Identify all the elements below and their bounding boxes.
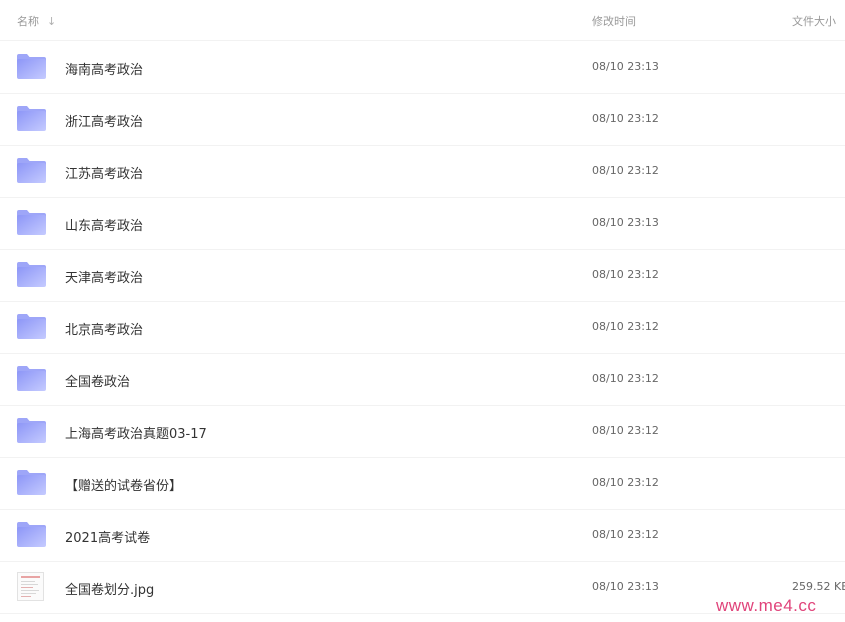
sort-by-name-button[interactable]: 名称 ↓ — [17, 13, 56, 29]
folder-icon — [17, 106, 46, 131]
file-name[interactable]: 山东高考政治 — [65, 215, 143, 234]
file-row[interactable]: 天津高考政治 08/10 23:12 — [0, 249, 845, 302]
file-list-header: 名称 ↓ 修改时间 文件大小 — [0, 0, 845, 41]
file-row[interactable]: 北京高考政治 08/10 23:12 — [0, 301, 845, 354]
sort-descending-icon: ↓ — [47, 14, 57, 28]
folder-icon — [17, 366, 46, 391]
modified-time: 08/10 23:12 — [592, 528, 659, 541]
file-row[interactable]: 【赠送的试卷省份】 08/10 23:12 — [0, 457, 845, 510]
modified-time: 08/10 23:13 — [592, 580, 659, 593]
folder-icon — [17, 522, 46, 547]
watermark: www.me4.cc — [716, 596, 817, 615]
folder-icon — [17, 418, 46, 443]
file-name[interactable]: 江苏高考政治 — [65, 163, 143, 182]
file-row[interactable]: 江苏高考政治 08/10 23:12 — [0, 145, 845, 198]
file-name[interactable]: 【赠送的试卷省份】 — [65, 475, 182, 494]
modified-time: 08/10 23:12 — [592, 112, 659, 125]
file-name[interactable]: 天津高考政治 — [65, 267, 143, 286]
image-file-icon — [17, 572, 44, 601]
modified-time: 08/10 23:12 — [592, 476, 659, 489]
file-size: 259.52 KB — [792, 580, 845, 593]
file-row[interactable]: 山东高考政治 08/10 23:13 — [0, 197, 845, 250]
file-name[interactable]: 浙江高考政治 — [65, 111, 143, 130]
modified-time: 08/10 23:13 — [592, 216, 659, 229]
file-name[interactable]: 全国卷政治 — [65, 371, 130, 390]
modified-time: 08/10 23:12 — [592, 164, 659, 177]
modified-time: 08/10 23:12 — [592, 424, 659, 437]
folder-icon — [17, 314, 46, 339]
modified-time: 08/10 23:12 — [592, 372, 659, 385]
folder-icon — [17, 210, 46, 235]
folder-icon — [17, 470, 46, 495]
file-name[interactable]: 全国卷划分.jpg — [65, 579, 154, 598]
file-row[interactable]: 上海高考政治真题03-17 08/10 23:12 — [0, 405, 845, 458]
file-row[interactable]: 海南高考政治 08/10 23:13 — [0, 41, 845, 94]
file-list-page: 名称 ↓ 修改时间 文件大小 海南高考政治 08/10 23:13 浙江高考政治 08… — [0, 0, 845, 622]
modified-time: 08/10 23:12 — [592, 268, 659, 281]
file-name[interactable]: 2021高考试卷 — [65, 527, 150, 546]
modified-time-column-header[interactable]: 修改时间 — [592, 13, 636, 29]
file-name[interactable]: 海南高考政治 — [65, 59, 143, 78]
name-column-header: 名称 — [17, 15, 39, 28]
file-row[interactable]: 2021高考试卷 08/10 23:12 — [0, 509, 845, 562]
file-row[interactable]: 浙江高考政治 08/10 23:12 — [0, 93, 845, 146]
file-name[interactable]: 上海高考政治真题03-17 — [65, 423, 207, 442]
file-name[interactable]: 北京高考政治 — [65, 319, 143, 338]
folder-icon — [17, 54, 46, 79]
folder-icon — [17, 158, 46, 183]
file-row[interactable]: 全国卷政治 08/10 23:12 — [0, 353, 845, 406]
modified-time: 08/10 23:13 — [592, 60, 659, 73]
file-size-column-header[interactable]: 文件大小 — [792, 13, 836, 29]
modified-time: 08/10 23:12 — [592, 320, 659, 333]
folder-icon — [17, 262, 46, 287]
